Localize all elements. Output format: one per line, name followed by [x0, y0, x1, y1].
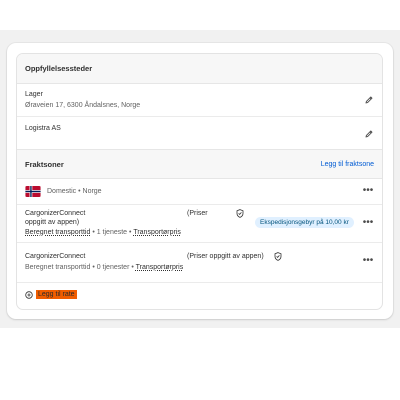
- more-actions-icon[interactable]: •••: [362, 186, 374, 196]
- shipping-profile-card: Oppfyllelsessteder Lager Øraveien 17, 63…: [7, 43, 393, 319]
- rate-row: CargonizerConnect (Priser oppgitt av app…: [17, 243, 382, 283]
- rate-price-label: (Priser: [187, 210, 208, 217]
- more-actions-icon[interactable]: •••: [362, 256, 374, 266]
- shipping-profile-panel: Oppfyllelsessteder Lager Øraveien 17, 63…: [16, 53, 383, 310]
- add-rate-row: Legg til rate: [17, 283, 382, 306]
- fulfillment-locations-header: Oppfyllelsessteder: [17, 54, 382, 84]
- location-address: Øraveien 17, 6300 Åndalsnes, Norge: [25, 102, 141, 109]
- rate-name: CargonizerConnect: [25, 253, 86, 260]
- pencil-icon[interactable]: [364, 129, 374, 139]
- fulfillment-locations-title: Oppfyllelsessteder: [25, 64, 93, 73]
- transit-time-link[interactable]: Beregnet transporttid: [25, 229, 90, 236]
- pencil-icon[interactable]: [364, 95, 374, 105]
- norway-flag-icon: [25, 186, 41, 197]
- shipping-zones-header: Fraktsoner Legg til fraktsone: [17, 149, 382, 179]
- zone-label: Domestic • Norge: [47, 188, 102, 195]
- zone-row-domestic: Domestic • Norge •••: [17, 179, 382, 205]
- handling-fee-badge: Ekspedisjonsgebyr på 10,00 kr: [255, 217, 354, 228]
- add-rate-button[interactable]: Legg til rate: [36, 290, 77, 299]
- rate-price-label: (Priser oppgitt av appen): [187, 253, 264, 260]
- location-name: Logistra AS: [25, 125, 61, 132]
- location-name: Lager: [25, 91, 43, 98]
- rate-name-continued: oppgitt av appen): [25, 219, 80, 226]
- services-count: • 1 tjeneste •: [92, 229, 132, 236]
- plus-circle-icon[interactable]: [25, 290, 33, 299]
- shipping-zones-title: Fraktsoner: [25, 159, 64, 169]
- shield-check-icon: [236, 209, 244, 218]
- carrier-price-link[interactable]: Transportørpris: [136, 264, 184, 271]
- shield-check-icon: [274, 252, 282, 261]
- rate-row: CargonizerConnect (Priser Ekspedisjonsge…: [17, 205, 382, 243]
- location-row-logistra: Logistra AS: [17, 117, 382, 149]
- carrier-price-link[interactable]: Transportørpris: [133, 229, 181, 236]
- transit-time-text: Beregnet transporttid: [25, 264, 91, 271]
- more-actions-icon[interactable]: •••: [362, 218, 374, 228]
- rate-name: CargonizerConnect: [25, 210, 86, 217]
- services-count: • 0 tjenester •: [92, 264, 134, 271]
- location-row-lager: Lager Øraveien 17, 6300 Åndalsnes, Norge: [17, 84, 382, 117]
- add-shipping-zone-link[interactable]: Legg til fraktsone: [321, 161, 374, 168]
